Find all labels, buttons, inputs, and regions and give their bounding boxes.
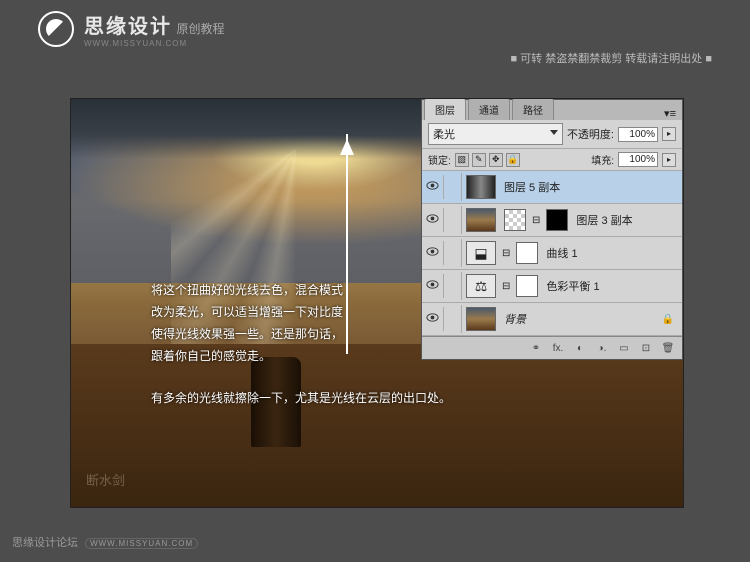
lock-icons: ▧ ✎ ✥ 🔒 bbox=[455, 153, 520, 167]
layer-row[interactable]: 图层 5 副本 bbox=[422, 171, 682, 204]
layer-thumbnail[interactable] bbox=[466, 307, 496, 331]
layer-row[interactable]: ⬓ ⊟ 曲线 1 bbox=[422, 237, 682, 270]
layer-name[interactable]: 色彩平衡 1 bbox=[542, 278, 599, 294]
opacity-flyout-icon[interactable]: ▸ bbox=[662, 127, 676, 141]
brand-header: 思缘设计 原创教程 WWW.MISSYUAN.COM bbox=[38, 10, 224, 48]
panel-menu-icon[interactable]: ▾≡ bbox=[658, 107, 682, 120]
fill-label: 填充: bbox=[591, 152, 614, 167]
link-layers-icon[interactable]: ⚭ bbox=[528, 341, 544, 355]
panel-tabs: 图层 通道 路径 ▾≡ bbox=[422, 100, 682, 120]
logo-icon bbox=[38, 11, 74, 47]
lock-label: 锁定: bbox=[428, 152, 451, 167]
layer-spacer bbox=[444, 173, 462, 201]
tab-paths[interactable]: 路径 bbox=[512, 98, 554, 120]
lock-pixels-icon[interactable]: ✎ bbox=[472, 153, 486, 167]
layer-mask-thumbnail[interactable] bbox=[516, 242, 538, 264]
lock-fill-row: 锁定: ▧ ✎ ✥ 🔒 填充: 100% ▸ bbox=[422, 149, 682, 171]
brand-title: 思缘设计 bbox=[84, 16, 172, 38]
layer-mask-thumbnail[interactable] bbox=[546, 209, 568, 231]
adjustment-layer-icon[interactable]: ◑. bbox=[594, 341, 610, 355]
lock-all-icon[interactable]: 🔒 bbox=[506, 153, 520, 167]
visibility-toggle[interactable] bbox=[422, 208, 444, 232]
layer-name[interactable]: 图层 5 副本 bbox=[500, 179, 560, 195]
opacity-label: 不透明度: bbox=[567, 126, 614, 142]
footer-url: WWW.MISSYUAN.COM bbox=[85, 538, 198, 549]
layer-row[interactable]: 背景 🔒 bbox=[422, 303, 682, 336]
layer-spacer bbox=[444, 239, 462, 267]
ground-area bbox=[71, 344, 683, 507]
text-line: 跟着你自己的感觉走。 bbox=[151, 345, 343, 367]
delete-layer-icon[interactable]: 🗑 bbox=[660, 341, 676, 355]
text-line: 使得光线效果强一些。还是那句话， bbox=[151, 323, 343, 345]
layer-row[interactable]: ⚖ ⊟ 色彩平衡 1 bbox=[422, 270, 682, 303]
group-icon[interactable]: ▭ bbox=[616, 341, 632, 355]
layer-thumbnail[interactable] bbox=[466, 208, 496, 232]
brand-url: WWW.MISSYUAN.COM bbox=[84, 39, 224, 48]
brand-subtitle: 原创教程 bbox=[176, 22, 224, 36]
watermark: 断水剑 bbox=[86, 470, 125, 489]
blend-mode-value: 柔光 bbox=[433, 126, 455, 142]
layer-name[interactable]: 图层 3 副本 bbox=[572, 212, 632, 228]
lock-position-icon[interactable]: ✥ bbox=[489, 153, 503, 167]
layer-name[interactable]: 曲线 1 bbox=[542, 245, 577, 261]
mask-link-icon[interactable]: ⊟ bbox=[500, 281, 512, 292]
lock-transparency-icon[interactable]: ▧ bbox=[455, 153, 469, 167]
dropdown-arrow-icon bbox=[550, 130, 558, 139]
panel-footer: ⚭ fx. ◐ ◑. ▭ ⊡ 🗑 bbox=[422, 336, 682, 359]
page-footer: 思缘设计论坛 WWW.MISSYUAN.COM bbox=[12, 534, 198, 550]
layer-name[interactable]: 背景 bbox=[500, 311, 526, 327]
new-layer-icon[interactable]: ⊡ bbox=[638, 341, 654, 355]
layer-spacer bbox=[444, 305, 462, 333]
mask-link-icon[interactable]: ⊟ bbox=[500, 248, 512, 259]
instruction-text-1: 将这个扭曲好的光线去色，混合模式 改为柔光，可以适当增强一下对比度 使得光线效果… bbox=[151, 279, 343, 367]
visibility-toggle[interactable] bbox=[422, 175, 444, 199]
text-line: 将这个扭曲好的光线去色，混合模式 bbox=[151, 279, 343, 301]
footer-text: 思缘设计论坛 bbox=[12, 537, 78, 549]
fill-input[interactable]: 100% bbox=[618, 152, 658, 167]
layer-spacer bbox=[444, 272, 462, 300]
visibility-toggle[interactable] bbox=[422, 241, 444, 265]
visibility-toggle[interactable] bbox=[422, 307, 444, 331]
image-canvas: 将这个扭曲好的光线去色，混合模式 改为柔光，可以适当增强一下对比度 使得光线效果… bbox=[70, 98, 684, 508]
layer-mask-icon[interactable]: ◐ bbox=[572, 341, 588, 355]
text-line: 改为柔光，可以适当增强一下对比度 bbox=[151, 301, 343, 323]
opacity-input[interactable]: 100% bbox=[618, 127, 658, 142]
lock-icon: 🔒 bbox=[662, 314, 674, 325]
fill-flyout-icon[interactable]: ▸ bbox=[662, 153, 676, 167]
adjustment-thumbnail[interactable]: ⬓ bbox=[466, 241, 496, 265]
layer-style-icon[interactable]: fx. bbox=[550, 341, 566, 355]
visibility-toggle[interactable] bbox=[422, 274, 444, 298]
mask-link-icon[interactable]: ⊟ bbox=[530, 215, 542, 226]
layer-mask-thumbnail[interactable] bbox=[516, 275, 538, 297]
layer-thumbnail[interactable] bbox=[466, 175, 496, 199]
annotation-arrow bbox=[346, 134, 348, 354]
instruction-text-2: 有多余的光线就擦除一下，尤其是光线在云层的出口处。 bbox=[151, 389, 451, 406]
layer-row[interactable]: ⊟ 图层 3 副本 bbox=[422, 204, 682, 237]
header-notice: ■ 可转 禁盗禁翻禁裁剪 转载请注明出处 ■ bbox=[510, 50, 712, 66]
blend-opacity-row: 柔光 不透明度: 100% ▸ bbox=[422, 120, 682, 149]
layers-panel: 图层 通道 路径 ▾≡ 柔光 不透明度: 100% ▸ 锁定: ▧ ✎ ✥ 🔒 … bbox=[421, 99, 683, 360]
adjustment-thumbnail[interactable]: ⚖ bbox=[466, 274, 496, 298]
blend-mode-dropdown[interactable]: 柔光 bbox=[428, 123, 563, 145]
layer-thumbnail-trans[interactable] bbox=[504, 209, 526, 231]
tab-channels[interactable]: 通道 bbox=[468, 98, 510, 120]
tab-layers[interactable]: 图层 bbox=[424, 98, 466, 120]
layer-spacer bbox=[444, 206, 462, 234]
